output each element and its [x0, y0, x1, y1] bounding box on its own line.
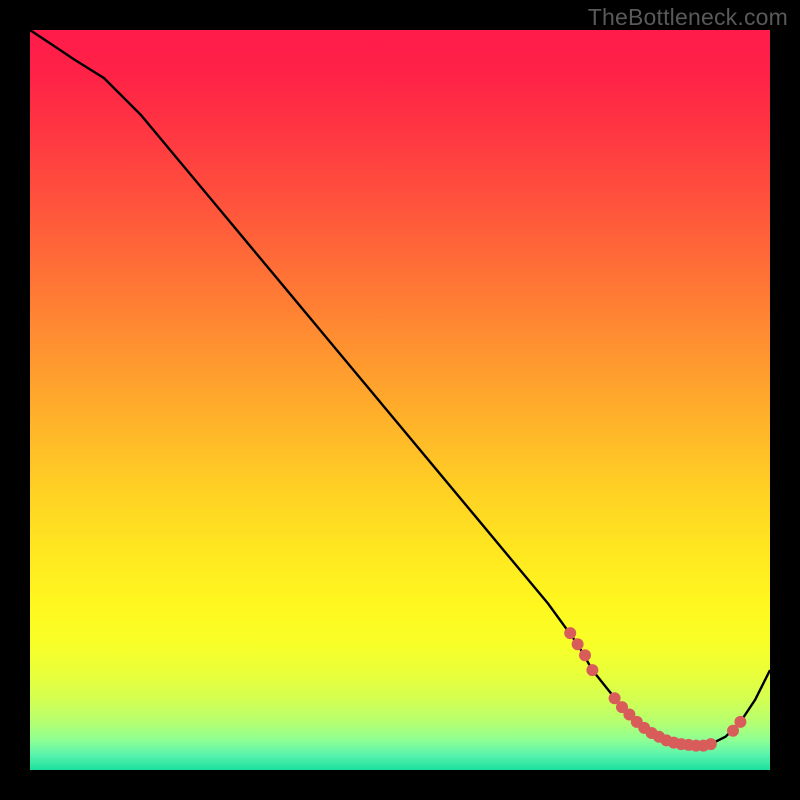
data-dot: [572, 638, 584, 650]
curve-line: [30, 30, 770, 746]
data-dot: [586, 664, 598, 676]
data-dot: [579, 649, 591, 661]
plot-area: [30, 30, 770, 770]
data-dot: [705, 738, 717, 750]
dots-group: [564, 627, 746, 751]
data-dot: [564, 627, 576, 639]
curve-layer: [30, 30, 770, 770]
data-dot: [734, 716, 746, 728]
chart-stage: TheBottleneck.com: [0, 0, 800, 800]
watermark-text: TheBottleneck.com: [588, 4, 788, 31]
